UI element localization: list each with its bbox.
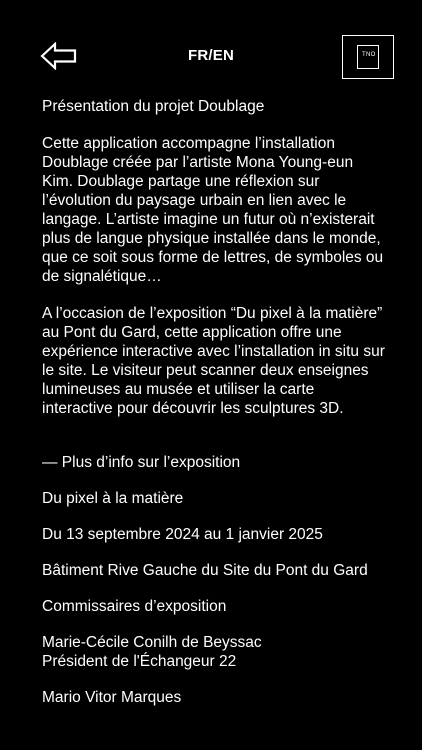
app-header: FR/EN TNO xyxy=(0,0,422,100)
logo-text: TNO xyxy=(362,52,376,58)
project-description: Présentation du projet Doublage Cette ap… xyxy=(42,97,387,707)
exhibition-paragraph: A l’occasion de l’exposition “Du pixel à… xyxy=(42,305,385,417)
curator-2-name: Mario Vitor Marques xyxy=(42,689,182,706)
tno-logo: TNO xyxy=(342,35,394,79)
page-title: Présentation du projet Doublage xyxy=(42,98,265,115)
curator-1-role: Président de l'Échangeur 22 xyxy=(42,653,237,670)
more-info-heading: — Plus d’info sur l’exposition xyxy=(42,454,241,471)
exhibition-location: Bâtiment Rive Gauche du Site du Pont du … xyxy=(42,562,368,579)
intro-paragraph: Cette application accompagne l’installat… xyxy=(42,135,384,285)
curators-heading: Commissaires d’exposition xyxy=(42,598,227,615)
exhibition-dates: Du 13 septembre 2024 au 1 janvier 2025 xyxy=(42,526,323,543)
exhibition-name: Du pixel à la matière xyxy=(42,490,184,507)
curator-1-name: Marie-Cécile Conilh de Beyssac xyxy=(42,634,262,651)
